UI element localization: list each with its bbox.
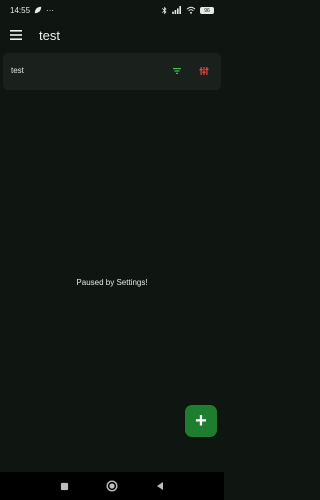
status-bar: 14:55 ··· 96 — [0, 0, 224, 20]
home-button[interactable] — [105, 479, 119, 493]
wifi-icon — [186, 6, 196, 14]
page-title: test — [39, 27, 60, 43]
status-left: 14:55 ··· — [10, 6, 54, 15]
leaf-icon — [34, 6, 42, 14]
back-button[interactable] — [153, 479, 167, 493]
cellular-icon — [172, 6, 181, 14]
menu-icon — [10, 30, 22, 40]
paused-message: Paused by Settings! — [76, 278, 148, 287]
recents-button[interactable] — [57, 479, 71, 493]
recents-icon — [60, 482, 68, 490]
status-time: 14:55 — [10, 5, 31, 15]
bluetooth-icon — [161, 6, 167, 14]
tune-icon[interactable] — [199, 66, 209, 76]
add-icon: + — [195, 410, 207, 432]
app-bar: test — [0, 20, 224, 50]
menu-button[interactable] — [8, 27, 24, 43]
battery-icon: 96 — [200, 6, 214, 14]
nav-bar — [0, 472, 224, 500]
home-icon — [106, 480, 118, 492]
status-more: ··· — [46, 5, 55, 15]
filter-icon[interactable] — [172, 66, 182, 76]
list-item[interactable]: test — [3, 53, 221, 90]
back-icon — [157, 482, 163, 490]
list-item-label: test — [11, 66, 24, 75]
status-right: 96 — [161, 6, 214, 15]
add-button[interactable]: + — [185, 405, 217, 437]
